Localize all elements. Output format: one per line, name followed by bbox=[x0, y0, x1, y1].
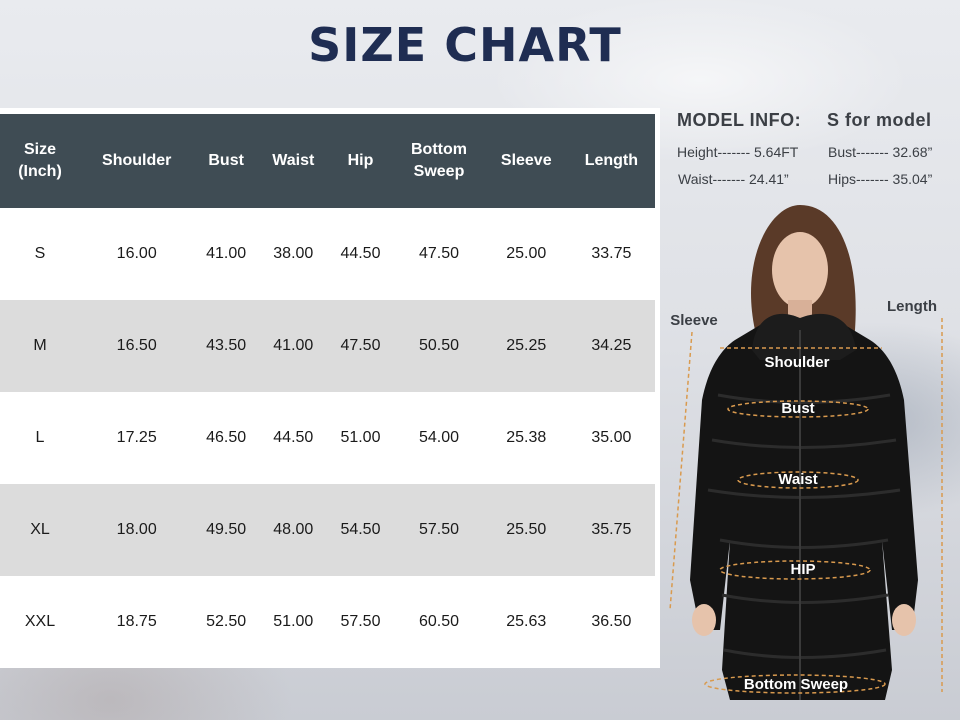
cell-bottom-sweep: 50.50 bbox=[393, 300, 485, 392]
label-shoulder: Shoulder bbox=[764, 354, 829, 371]
table-row: XXL 18.75 52.50 51.00 57.50 60.50 25.63 … bbox=[0, 576, 655, 668]
cell-sleeve: 25.38 bbox=[484, 392, 568, 484]
cell-waist: 41.00 bbox=[258, 300, 328, 392]
header-bust: Bust bbox=[193, 114, 259, 208]
size-table-panel: Size (Inch) Shoulder Bust Waist Hip Botto… bbox=[0, 108, 660, 668]
header-shoulder: Shoulder bbox=[80, 114, 194, 208]
cell-waist: 44.50 bbox=[258, 392, 328, 484]
cell-bottom-sweep: 47.50 bbox=[393, 208, 485, 300]
size-table: Size (Inch) Shoulder Bust Waist Hip Botto… bbox=[0, 114, 655, 668]
page-title: SIZE CHART bbox=[308, 18, 622, 72]
cell-hip: 47.50 bbox=[327, 300, 394, 392]
label-bust: Bust bbox=[781, 400, 814, 417]
cell-sleeve: 25.00 bbox=[484, 208, 568, 300]
cell-waist: 51.00 bbox=[258, 576, 328, 668]
label-hip: HIP bbox=[790, 561, 815, 578]
model-right-hand bbox=[892, 604, 916, 636]
table-header-row: Size (Inch) Shoulder Bust Waist Hip Botto… bbox=[0, 114, 655, 208]
model-face bbox=[772, 232, 828, 308]
cell-length: 36.50 bbox=[567, 576, 655, 668]
model-left-hand bbox=[692, 604, 716, 636]
sleeve-guide bbox=[669, 331, 693, 611]
table-row: XL 18.00 49.50 48.00 54.50 57.50 25.50 3… bbox=[0, 484, 655, 576]
table-row: S 16.00 41.00 38.00 44.50 47.50 25.00 33… bbox=[0, 208, 655, 300]
cell-bust: 43.50 bbox=[193, 300, 259, 392]
cell-hip: 44.50 bbox=[327, 208, 394, 300]
cell-shoulder: 16.50 bbox=[80, 300, 194, 392]
cell-size: M bbox=[0, 300, 80, 392]
label-waist: Waist bbox=[778, 471, 817, 488]
header-bottom-sweep: Bottom Sweep bbox=[393, 114, 485, 208]
table-row: M 16.50 43.50 41.00 47.50 50.50 25.25 34… bbox=[0, 300, 655, 392]
cell-bust: 41.00 bbox=[193, 208, 259, 300]
coat-icon bbox=[690, 322, 918, 700]
label-length: Length bbox=[887, 298, 937, 315]
cell-sleeve: 25.63 bbox=[484, 576, 568, 668]
cell-length: 35.00 bbox=[567, 392, 655, 484]
cell-hip: 54.50 bbox=[327, 484, 394, 576]
cell-size: XXL bbox=[0, 576, 80, 668]
cell-hip: 51.00 bbox=[327, 392, 394, 484]
cell-bust: 46.50 bbox=[193, 392, 259, 484]
cell-shoulder: 18.75 bbox=[80, 576, 194, 668]
cell-size: XL bbox=[0, 484, 80, 576]
model-hips: Hips------- 35.04” bbox=[828, 171, 933, 187]
model-size-heading: S for model bbox=[827, 110, 932, 130]
cell-hip: 57.50 bbox=[327, 576, 394, 668]
cell-length: 35.75 bbox=[567, 484, 655, 576]
cell-waist: 48.00 bbox=[258, 484, 328, 576]
model-diagram: Shoulder Bust Waist HIP Bottom Sweep Len… bbox=[669, 205, 943, 700]
cell-shoulder: 17.25 bbox=[80, 392, 194, 484]
label-sleeve: Sleeve bbox=[670, 312, 718, 329]
model-bust: Bust------- 32.68” bbox=[828, 144, 933, 160]
cell-bottom-sweep: 57.50 bbox=[393, 484, 485, 576]
cell-size: L bbox=[0, 392, 80, 484]
header-waist: Waist bbox=[258, 114, 328, 208]
model-height: Height------- 5.64FT bbox=[677, 144, 799, 160]
cell-sleeve: 25.25 bbox=[484, 300, 568, 392]
table-row: L 17.25 46.50 44.50 51.00 54.00 25.38 35… bbox=[0, 392, 655, 484]
header-sleeve: Sleeve bbox=[484, 114, 568, 208]
cell-shoulder: 16.00 bbox=[80, 208, 194, 300]
cell-sleeve: 25.50 bbox=[484, 484, 568, 576]
model-info-heading: MODEL INFO: bbox=[677, 110, 802, 130]
label-bottom-sweep: Bottom Sweep bbox=[744, 676, 848, 693]
header-size: Size (Inch) bbox=[0, 114, 80, 208]
model-waist: Waist------- 24.41” bbox=[678, 171, 789, 187]
cell-bottom-sweep: 60.50 bbox=[393, 576, 485, 668]
header-hip: Hip bbox=[327, 114, 394, 208]
cell-length: 33.75 bbox=[567, 208, 655, 300]
cell-shoulder: 18.00 bbox=[80, 484, 194, 576]
cell-bottom-sweep: 54.00 bbox=[393, 392, 485, 484]
header-length: Length bbox=[567, 114, 655, 208]
cell-bust: 52.50 bbox=[193, 576, 259, 668]
cell-size: S bbox=[0, 208, 80, 300]
cell-bust: 49.50 bbox=[193, 484, 259, 576]
cell-waist: 38.00 bbox=[258, 208, 328, 300]
cell-length: 34.25 bbox=[567, 300, 655, 392]
